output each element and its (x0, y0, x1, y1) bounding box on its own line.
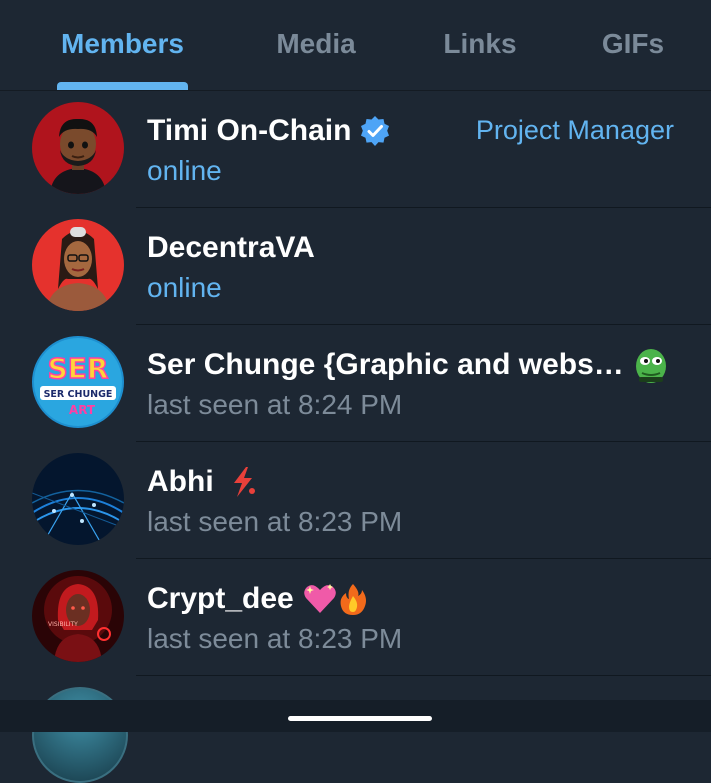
cartoon-man-avatar[interactable] (32, 102, 124, 194)
member-status: online (147, 155, 222, 186)
member-status: last seen at 8:23 PM (147, 506, 403, 537)
member-name: DecentraVA (147, 231, 315, 264)
list-item[interactable]: Abhi last seen at 8:23 PM (0, 442, 711, 559)
tab-gifs[interactable]: GIFs (590, 24, 676, 64)
tab-members[interactable]: Members (57, 24, 188, 64)
row-divider (136, 675, 711, 676)
member-name-line: Crypt_dee (147, 579, 368, 619)
member-role: Project Manager (475, 115, 674, 145)
member-status: last seen at 8:24 PM (147, 389, 403, 420)
avatar-logo-subtext: SER CHUNGE (44, 389, 113, 400)
tab-media[interactable]: Media (260, 24, 372, 64)
member-name: Abhi (147, 465, 214, 498)
home-handle[interactable] (288, 716, 432, 721)
avatar-visibility-text: VISIBILITY (48, 621, 78, 628)
list-item[interactable]: SER SER CHUNGE ART Ser Chunge {Graphic a… (0, 325, 711, 442)
list-item[interactable]: VISIBILITY Crypt_dee last seen at 8:23 P (0, 559, 711, 676)
red-glow-woman-avatar[interactable]: VISIBILITY (32, 570, 124, 662)
member-name-line: Abhi (147, 462, 260, 502)
fire-icon (338, 582, 368, 616)
member-name-line: Ser Chunge {Graphic and webs… (147, 345, 668, 385)
pepe-frog-icon (634, 346, 668, 384)
tab-links[interactable]: Links (430, 24, 530, 64)
member-name: Ser Chunge {Graphic and webs… (147, 348, 624, 381)
avatar-logo-text: SER (48, 352, 109, 385)
ser-chunge-art-logo-avatar[interactable]: SER SER CHUNGE ART (32, 336, 124, 428)
member-name-line: DecentraVA (147, 228, 315, 268)
list-item[interactable]: DecentraVA online (0, 208, 711, 325)
sparkling-heart-icon (302, 582, 338, 616)
avatar-logo-art-text: ART (69, 403, 96, 417)
member-name-line: Timi On-Chain (147, 111, 391, 151)
member-list: Timi On-Chain Project Manager online Dec… (0, 91, 711, 676)
cartoon-woman-avatar[interactable] (32, 219, 124, 311)
active-tab-indicator (57, 82, 188, 90)
list-item[interactable]: Timi On-Chain Project Manager online (0, 91, 711, 208)
lightning-bolt-icon (226, 465, 260, 499)
blue-network-avatar[interactable] (32, 453, 124, 545)
verified-badge-icon (359, 115, 391, 147)
member-name: Timi On-Chain (147, 114, 352, 147)
member-name: Crypt_dee (147, 582, 294, 615)
media-tabs: Members Media Links GIFs (0, 0, 711, 91)
member-status: last seen at 8:23 PM (147, 623, 403, 654)
member-status: online (147, 272, 222, 303)
